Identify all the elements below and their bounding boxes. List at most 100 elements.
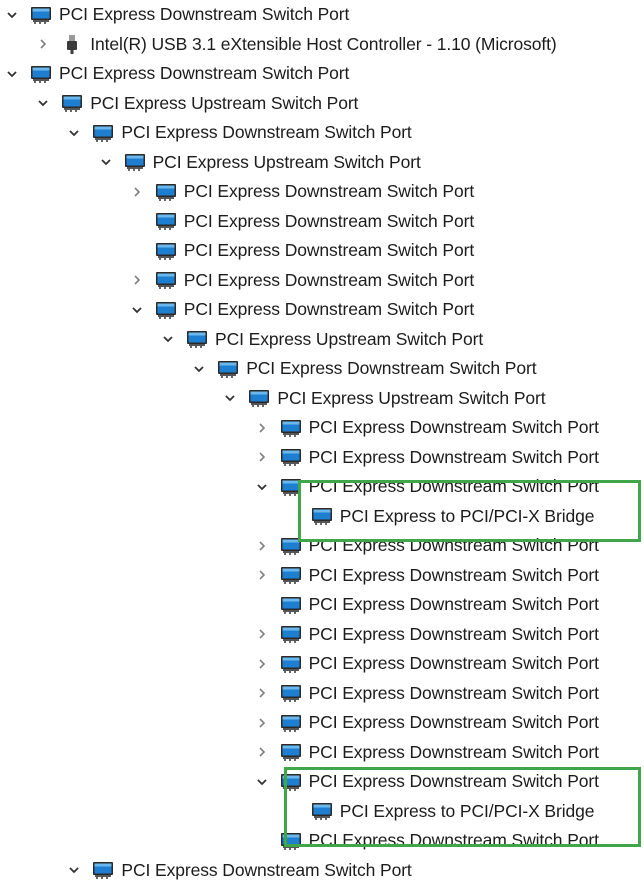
tree-row-label: PCI Express to PCI/PCI-X Bridge (339, 800, 595, 821)
tree-row[interactable]: PCI Express Downstream Switch Port (0, 236, 644, 266)
chevron-right-icon[interactable] (254, 626, 270, 642)
pci-port-icon (92, 860, 114, 880)
chevron-down-icon[interactable] (66, 862, 82, 878)
chevron-right-icon[interactable] (254, 449, 270, 465)
chevron-down-icon[interactable] (222, 390, 238, 406)
tree-row[interactable]: PCI Express to PCI/PCI-X Bridge (0, 797, 644, 827)
pci-port-icon (280, 447, 302, 467)
chevron-down-icon[interactable] (35, 95, 51, 111)
chevron-placeholder (285, 803, 301, 819)
tree-row-label: PCI Express Downstream Switch Port (308, 446, 599, 467)
pci-port-icon (280, 742, 302, 762)
tree-row-label: PCI Express Downstream Switch Port (59, 63, 350, 84)
chevron-right-icon[interactable] (129, 184, 145, 200)
tree-row[interactable]: PCI Express Downstream Switch Port (0, 620, 644, 650)
tree-row-label: PCI Express Downstream Switch Port (308, 741, 599, 762)
usb-plug-icon (61, 34, 83, 55)
tree-row[interactable]: Intel(R) USB 3.1 eXtensible Host Control… (0, 30, 644, 60)
tree-row[interactable]: PCI Express Downstream Switch Port (0, 649, 644, 679)
chevron-placeholder (285, 508, 301, 524)
chevron-down-icon[interactable] (66, 125, 82, 141)
pci-port-icon (280, 831, 302, 851)
tree-row-label: PCI Express Downstream Switch Port (308, 653, 599, 674)
pci-port-icon (155, 241, 177, 261)
tree-row-label: PCI Express Upstream Switch Port (277, 387, 546, 408)
chevron-down-icon[interactable] (254, 774, 270, 790)
chevron-down-icon[interactable] (98, 154, 114, 170)
tree-row-label: PCI Express Downstream Switch Port (246, 358, 537, 379)
pci-port-icon (155, 270, 177, 290)
chevron-right-icon[interactable] (254, 685, 270, 701)
tree-row[interactable]: PCI Express to PCI/PCI-X Bridge (0, 502, 644, 532)
chevron-right-icon[interactable] (254, 567, 270, 583)
chevron-right-icon[interactable] (254, 420, 270, 436)
tree-row[interactable]: PCI Express Downstream Switch Port (0, 856, 644, 886)
tree-row-label: PCI Express Downstream Switch Port (308, 771, 599, 792)
tree-row[interactable]: PCI Express Downstream Switch Port (0, 295, 644, 325)
pci-port-icon (311, 506, 333, 526)
tree-row[interactable]: PCI Express Upstream Switch Port (0, 148, 644, 178)
tree-row[interactable]: PCI Express Downstream Switch Port (0, 531, 644, 561)
pci-port-icon (248, 388, 270, 408)
tree-row-label: PCI Express Downstream Switch Port (183, 299, 475, 320)
chevron-right-icon[interactable] (254, 656, 270, 672)
pci-port-icon (124, 152, 146, 172)
pci-port-icon (280, 624, 302, 644)
tree-row[interactable]: PCI Express Downstream Switch Port (0, 738, 644, 768)
tree-row-label: PCI Express Downstream Switch Port (308, 712, 599, 733)
tree-row-label: PCI Express Downstream Switch Port (308, 830, 599, 851)
tree-row[interactable]: PCI Express Upstream Switch Port (0, 325, 644, 355)
tree-row[interactable]: PCI Express Downstream Switch Port (0, 177, 644, 207)
tree-row[interactable]: PCI Express Upstream Switch Port (0, 89, 644, 119)
tree-row[interactable]: PCI Express Downstream Switch Port (0, 354, 644, 384)
tree-row[interactable]: PCI Express Downstream Switch Port (0, 0, 644, 30)
chevron-right-icon[interactable] (254, 538, 270, 554)
tree-row[interactable]: PCI Express Downstream Switch Port (0, 767, 644, 797)
chevron-right-icon[interactable] (254, 744, 270, 760)
tree-row-label: PCI Express Upstream Switch Port (152, 151, 421, 172)
tree-row[interactable]: PCI Express Downstream Switch Port (0, 59, 644, 89)
tree-row[interactable]: PCI Express Downstream Switch Port (0, 708, 644, 738)
chevron-down-icon[interactable] (4, 66, 20, 82)
tree-row[interactable]: PCI Express Downstream Switch Port (0, 679, 644, 709)
tree-row[interactable]: PCI Express Downstream Switch Port (0, 207, 644, 237)
chevron-placeholder (254, 833, 270, 849)
tree-row[interactable]: PCI Express Downstream Switch Port (0, 443, 644, 473)
chevron-down-icon[interactable] (129, 302, 145, 318)
chevron-right-icon[interactable] (254, 715, 270, 731)
pci-port-icon (30, 5, 52, 25)
tree-row[interactable]: PCI Express Downstream Switch Port (0, 266, 644, 296)
tree-row[interactable]: PCI Express Downstream Switch Port (0, 590, 644, 620)
pci-port-icon (280, 654, 302, 674)
chevron-down-icon[interactable] (254, 479, 270, 495)
tree-row-label: PCI Express Downstream Switch Port (183, 181, 475, 202)
pci-port-icon (280, 772, 302, 792)
tree-row-label: PCI Express Downstream Switch Port (308, 535, 599, 556)
tree-row[interactable]: PCI Express Downstream Switch Port (0, 561, 644, 591)
tree-row[interactable]: PCI Express Downstream Switch Port (0, 413, 644, 443)
pci-port-icon (280, 713, 302, 733)
chevron-down-icon[interactable] (191, 361, 207, 377)
pci-port-icon (186, 329, 208, 349)
tree-row[interactable]: PCI Express Downstream Switch Port (0, 118, 644, 148)
chevron-down-icon[interactable] (4, 7, 20, 23)
tree-row-label: PCI Express Downstream Switch Port (121, 122, 412, 143)
chevron-down-icon[interactable] (160, 331, 176, 347)
pci-port-icon (280, 565, 302, 585)
chevron-right-icon[interactable] (35, 36, 51, 52)
tree-row[interactable]: PCI Express Downstream Switch Port (0, 826, 644, 856)
tree-row-label: PCI Express Downstream Switch Port (183, 240, 475, 261)
chevron-placeholder (129, 243, 145, 259)
tree-row-label: Intel(R) USB 3.1 eXtensible Host Control… (90, 33, 557, 54)
pci-port-icon (280, 477, 302, 497)
tree-row-label: PCI Express Downstream Switch Port (121, 859, 412, 880)
tree-row[interactable]: PCI Express Upstream Switch Port (0, 384, 644, 414)
tree-row-label: PCI Express to PCI/PCI-X Bridge (339, 505, 595, 526)
chevron-placeholder (254, 597, 270, 613)
tree-row-label: PCI Express Downstream Switch Port (183, 269, 475, 290)
chevron-right-icon[interactable] (129, 272, 145, 288)
pci-port-icon (155, 300, 177, 320)
pci-port-icon (280, 418, 302, 438)
tree-row[interactable]: PCI Express Downstream Switch Port (0, 472, 644, 502)
pci-port-icon (280, 683, 302, 703)
